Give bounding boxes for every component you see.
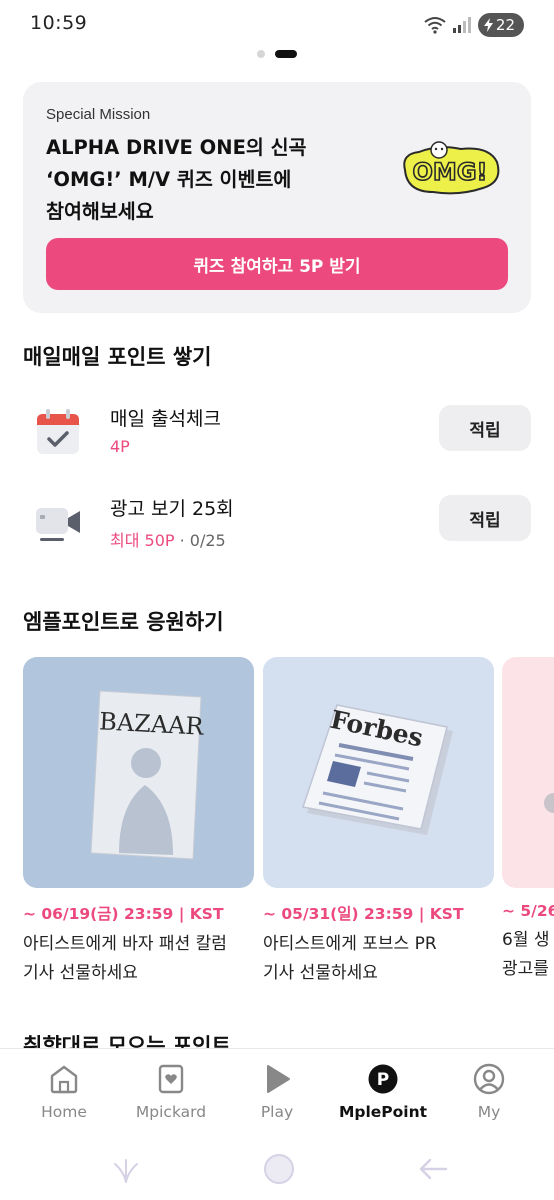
special-mission-card[interactable]: Special Mission ALPHA DRIVE ONE의 신곡 ‘OMG… — [23, 82, 531, 313]
battery-indicator: 22 — [477, 13, 524, 37]
mission-title-line: ALPHA DRIVE ONE의 신곡 — [46, 136, 307, 159]
attendance-title: 매일 출석체크 — [110, 408, 221, 430]
play-icon — [267, 1065, 290, 1093]
mission-title: ALPHA DRIVE ONE의 신곡 ‘OMG!’ M/V 퀴즈 이벤트에 참… — [46, 132, 366, 228]
promo-desc-line: 기사 선물하세요 — [263, 963, 378, 983]
svg-text:P: P — [377, 1070, 389, 1090]
omg-logo-art: OMG! — [403, 141, 500, 195]
promo-desc-line: 기사 선물하세요 — [23, 963, 138, 983]
bixby-icon[interactable] — [109, 1152, 143, 1186]
attendance-earn-button[interactable]: 적립 — [439, 405, 531, 451]
status-bar: 10:59 22 — [0, 0, 554, 50]
support-carousel[interactable]: BAZAAR ~ 06/19(금) 23:59 | KST 아티스트에게 바자 … — [0, 657, 554, 997]
mission-title-line: 참여해보세요 — [46, 200, 154, 223]
promo-desc-line: 광고를 — [502, 959, 549, 979]
nav-item-mplepoint[interactable]: P MplePoint — [333, 1063, 433, 1121]
ad-watch-row[interactable]: 광고 보기 25회 최대 50P · 0/25 적립 — [0, 488, 554, 568]
promo-desc-line: 6월 생 — [502, 930, 550, 950]
promo-card-partial[interactable]: ~ 5/26 6월 생 광고를 — [502, 657, 554, 984]
home-button-icon[interactable] — [262, 1152, 296, 1186]
system-nav-bar — [0, 1140, 554, 1200]
point-icon: P — [368, 1064, 398, 1094]
nav-label: Play — [260, 1103, 294, 1121]
promo-desc-line: 아티스트에게 포브스 PR — [263, 934, 437, 954]
calendar-check-icon — [37, 409, 79, 454]
nav-label: Home — [41, 1103, 87, 1121]
signal-icon — [452, 17, 471, 33]
ad-watch-reward-points: 최대 50P — [110, 531, 175, 550]
nav-label: MplePoint — [338, 1103, 428, 1121]
video-camera-icon — [36, 508, 80, 541]
wifi-icon — [424, 17, 446, 34]
profile-icon — [473, 1063, 505, 1095]
nav-label: My — [477, 1103, 501, 1121]
mission-eyebrow: Special Mission — [46, 106, 151, 123]
ad-watch-reward: 최대 50P · 0/25 — [110, 527, 226, 551]
promo-date: ~ 5/26 — [502, 902, 554, 920]
nav-item-play[interactable]: Play — [227, 1063, 327, 1121]
points-section-title: 취향대로 모으는 포인트 — [23, 1034, 231, 1048]
nav-item-mpickard[interactable]: Mpickard — [121, 1063, 221, 1121]
attendance-check-row[interactable]: 매일 출석체크 4P 적립 — [0, 398, 554, 478]
ad-watch-title: 광고 보기 25회 — [110, 498, 234, 520]
back-arrow-icon[interactable] — [416, 1152, 450, 1186]
promo-desc: 아티스트에게 바자 패션 칼럼 기사 선물하세요 — [23, 930, 254, 988]
forbes-newspaper-image: Forbes — [263, 657, 494, 888]
carousel-pager — [0, 50, 554, 58]
bazaar-magazine-image: BAZAAR — [23, 657, 254, 888]
promo-date: ~ 05/31(일) 23:59 | KST — [263, 905, 464, 923]
promo-image — [502, 657, 554, 888]
quiz-join-button[interactable]: 퀴즈 참여하고 5P 받기 — [46, 238, 508, 290]
pager-dot-active[interactable] — [275, 50, 297, 58]
ad-watch-earn-button[interactable]: 적립 — [439, 495, 531, 541]
nav-item-home[interactable]: Home — [14, 1063, 114, 1121]
promo-desc: 아티스트에게 포브스 PR 기사 선물하세요 — [263, 930, 494, 988]
battery-level: 22 — [495, 16, 515, 34]
charging-bolt-icon — [483, 18, 493, 32]
mission-title-line: ‘OMG!’ M/V 퀴즈 이벤트에 — [46, 168, 292, 191]
status-icons: 22 — [424, 13, 524, 37]
status-time: 10:59 — [30, 12, 88, 34]
nav-item-my[interactable]: My — [439, 1063, 539, 1121]
promo-card-forbes[interactable]: Forbes ~ 05/31(일) 23:59 | KST 아티스트에게 포브스… — [263, 657, 494, 988]
home-icon — [50, 1065, 78, 1094]
promo-date: ~ 06/19(금) 23:59 | KST — [23, 905, 224, 923]
support-section-title: 엠플포인트로 응원하기 — [23, 610, 224, 634]
bazaar-logo-text: BAZAAR — [99, 707, 206, 740]
pager-dot[interactable] — [257, 50, 265, 58]
heart-card-icon — [158, 1064, 184, 1094]
daily-section-title: 매일매일 포인트 쌓기 — [23, 345, 212, 369]
promo-card-bazaar[interactable]: BAZAAR ~ 06/19(금) 23:59 | KST 아티스트에게 바자 … — [23, 657, 254, 988]
omg-art-text: OMG! — [413, 158, 488, 186]
attendance-reward-points: 4P — [110, 437, 130, 456]
ad-watch-progress: · 0/25 — [174, 531, 226, 550]
bottom-nav: Home Mpickard Play P MplePoint My — [0, 1048, 554, 1140]
promo-desc-line: 아티스트에게 바자 패션 칼럼 — [23, 934, 227, 954]
promo-desc: 6월 생 광고를 — [502, 926, 554, 984]
attendance-reward: 4P — [110, 437, 130, 456]
nav-label: Mpickard — [135, 1103, 207, 1121]
